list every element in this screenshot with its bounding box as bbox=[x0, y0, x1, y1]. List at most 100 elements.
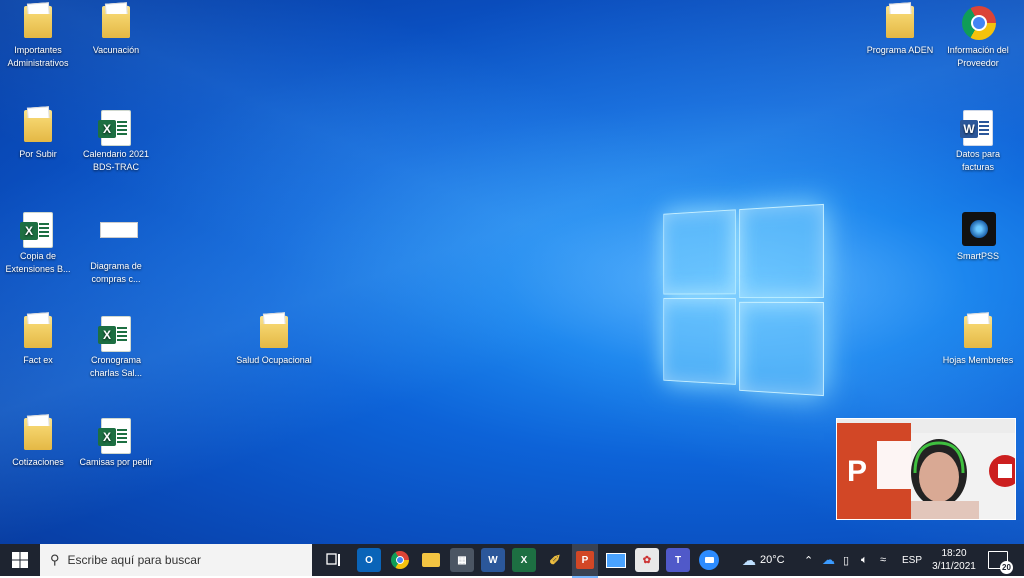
desktop-icon-label: Hojas Membretes bbox=[942, 355, 1014, 365]
language-label: ESP bbox=[902, 554, 923, 566]
excel-file-icon: X bbox=[98, 316, 131, 352]
taskbar-calculator[interactable]: ▦ bbox=[450, 548, 474, 572]
word-file-icon: W bbox=[960, 110, 993, 146]
onedrive-tray[interactable]: ☁ bbox=[822, 544, 835, 576]
outlook-icon: O bbox=[365, 554, 373, 566]
usb-drive-icon: ▯ bbox=[843, 554, 850, 567]
desktop-icon-camisas[interactable]: X Camisas por pedir bbox=[78, 418, 154, 469]
zoom-icon bbox=[699, 550, 719, 570]
usb-tray[interactable]: ▯ bbox=[843, 544, 849, 576]
wifi-icon: ≈ bbox=[880, 554, 887, 566]
desktop-icon-smartpss[interactable]: SmartPSS bbox=[940, 212, 1016, 263]
notification-badge: 20 bbox=[1000, 561, 1013, 574]
taskbar-powerpoint[interactable]: P bbox=[572, 544, 598, 578]
excel-icon: X bbox=[520, 554, 528, 566]
desktop-icon-label: Copia de Extensiones B... bbox=[5, 251, 71, 274]
paint-icon: ✐ bbox=[549, 551, 561, 568]
volume-tray[interactable]: 🔈︎ bbox=[861, 544, 868, 576]
taskbar-chrome[interactable] bbox=[388, 548, 412, 572]
desktop-icon-informacion-proveedor[interactable]: Información del Proveedor bbox=[940, 6, 1016, 70]
desktop-icon-label: Fact ex bbox=[23, 355, 53, 365]
taskbar-remote-desktop[interactable] bbox=[604, 548, 628, 572]
taskbar-photos[interactable]: ✿ bbox=[635, 548, 659, 572]
diagram-file-icon bbox=[100, 222, 138, 238]
weather-cloud-icon: ☁ bbox=[742, 551, 756, 568]
folder-icon bbox=[24, 6, 52, 38]
word-icon: W bbox=[488, 554, 498, 566]
smartpss-icon bbox=[962, 212, 996, 246]
desktop-icon-programa-aden[interactable]: Programa ADEN bbox=[862, 6, 938, 57]
folder-icon bbox=[964, 316, 992, 348]
desktop-icon-label: Datos para facturas bbox=[955, 149, 1001, 172]
folder-icon bbox=[260, 316, 288, 348]
taskbar-paint[interactable]: ✐ bbox=[543, 548, 567, 572]
speaker-icon: 🔈︎ bbox=[861, 553, 868, 566]
photos-icon: ✿ bbox=[642, 554, 652, 566]
desktop-icon-label: SmartPSS bbox=[956, 251, 999, 261]
folder-icon bbox=[102, 6, 130, 38]
webcam-overlay: P bbox=[836, 418, 1016, 520]
desktop-icon-cotizaciones[interactable]: Cotizaciones bbox=[0, 418, 76, 469]
notification-icon: 20 bbox=[988, 551, 1013, 574]
desktop-icon-importantes[interactable]: Importantes Administrativos bbox=[0, 6, 76, 70]
windows-logo-wallpaper bbox=[663, 203, 824, 397]
taskbar-file-explorer[interactable] bbox=[419, 548, 443, 572]
desktop-icon-vacunacion[interactable]: Vacunación bbox=[78, 6, 154, 57]
excel-file-icon: X bbox=[20, 212, 53, 248]
taskbar: ⚲ Escribe aquí para buscar O ▦ W X ✐ P ✿… bbox=[0, 544, 1024, 578]
teams-icon: T bbox=[674, 554, 682, 566]
notification-center-button[interactable]: 20 bbox=[988, 544, 1013, 576]
svg-text:P: P bbox=[847, 455, 867, 488]
start-button[interactable] bbox=[0, 544, 40, 576]
clock-time: 18:20 bbox=[941, 548, 967, 559]
folder-icon bbox=[24, 418, 52, 450]
taskbar-outlook[interactable]: O bbox=[357, 548, 381, 572]
taskbar-excel[interactable]: X bbox=[512, 548, 536, 572]
search-icon: ⚲ bbox=[50, 552, 60, 567]
weather-temperature: 20°C bbox=[760, 554, 785, 566]
clock-date: 3/11/2021 bbox=[932, 561, 976, 572]
desktop-icon-datos-facturas[interactable]: W Datos para facturas bbox=[940, 110, 1016, 174]
excel-file-icon: X bbox=[98, 418, 131, 454]
weather-widget[interactable]: ☁ 20°C bbox=[742, 544, 785, 576]
folder-icon bbox=[422, 553, 440, 567]
show-hidden-icons-button[interactable]: ⌃ bbox=[804, 544, 813, 576]
desktop-icon-label: Camisas por pedir bbox=[79, 457, 153, 467]
desktop-icon-diagrama-compras[interactable]: Diagrama de compras c... bbox=[78, 212, 154, 286]
task-view-button[interactable] bbox=[322, 548, 346, 572]
desktop-icon-calendario[interactable]: X Calendario 2021 BDS-TRAC bbox=[78, 110, 154, 174]
desktop-icon-label: Información del Proveedor bbox=[947, 45, 1009, 68]
taskbar-word[interactable]: W bbox=[481, 548, 505, 572]
taskbar-teams[interactable]: T bbox=[666, 548, 690, 572]
taskbar-zoom[interactable] bbox=[697, 548, 721, 572]
desktop-icon-copia-extensiones[interactable]: X Copia de Extensiones B... bbox=[0, 212, 76, 276]
desktop-icon-label: Diagrama de compras c... bbox=[90, 261, 142, 284]
desktop-icon-label: Cronograma charlas Sal... bbox=[89, 355, 143, 378]
chrome-icon bbox=[391, 551, 409, 569]
desktop-icon-label: Importantes Administrativos bbox=[7, 45, 69, 68]
desktop-icon-cronograma[interactable]: X Cronograma charlas Sal... bbox=[78, 316, 154, 380]
desktop-icon-label: Salud Ocupacional bbox=[236, 355, 312, 365]
desktop-icon-label: Calendario 2021 BDS-TRAC bbox=[82, 149, 150, 172]
language-indicator[interactable]: ESP bbox=[902, 544, 922, 576]
onedrive-cloud-icon: ☁ bbox=[822, 552, 835, 567]
network-tray[interactable]: ≈ bbox=[880, 544, 886, 576]
desktop-icon-por-subir[interactable]: Por Subir bbox=[0, 110, 76, 161]
excel-file-icon: X bbox=[98, 110, 131, 146]
webcam-video-frame: P bbox=[837, 419, 1015, 519]
desktop-icon-hojas-membretes[interactable]: Hojas Membretes bbox=[940, 316, 1016, 367]
powerpoint-icon: P bbox=[576, 551, 594, 569]
desktop-icon-salud-ocupacional[interactable]: Salud Ocupacional bbox=[236, 316, 312, 367]
desktop-icon-label: Cotizaciones bbox=[12, 457, 64, 467]
folder-icon bbox=[886, 6, 914, 38]
monitor-icon bbox=[606, 552, 626, 568]
desktop-icon-label: Programa ADEN bbox=[866, 45, 934, 55]
clock[interactable]: 18:20 3/11/2021 bbox=[928, 544, 980, 576]
search-placeholder: Escribe aquí para buscar bbox=[67, 553, 201, 567]
desktop-icon-fact-ex[interactable]: Fact ex bbox=[0, 316, 76, 367]
chevron-up-icon: ⌃ bbox=[804, 554, 814, 567]
taskbar-search-box[interactable]: ⚲ Escribe aquí para buscar bbox=[40, 544, 312, 576]
windows-start-icon bbox=[12, 552, 28, 568]
folder-icon bbox=[24, 110, 52, 142]
calculator-icon: ▦ bbox=[457, 554, 467, 566]
